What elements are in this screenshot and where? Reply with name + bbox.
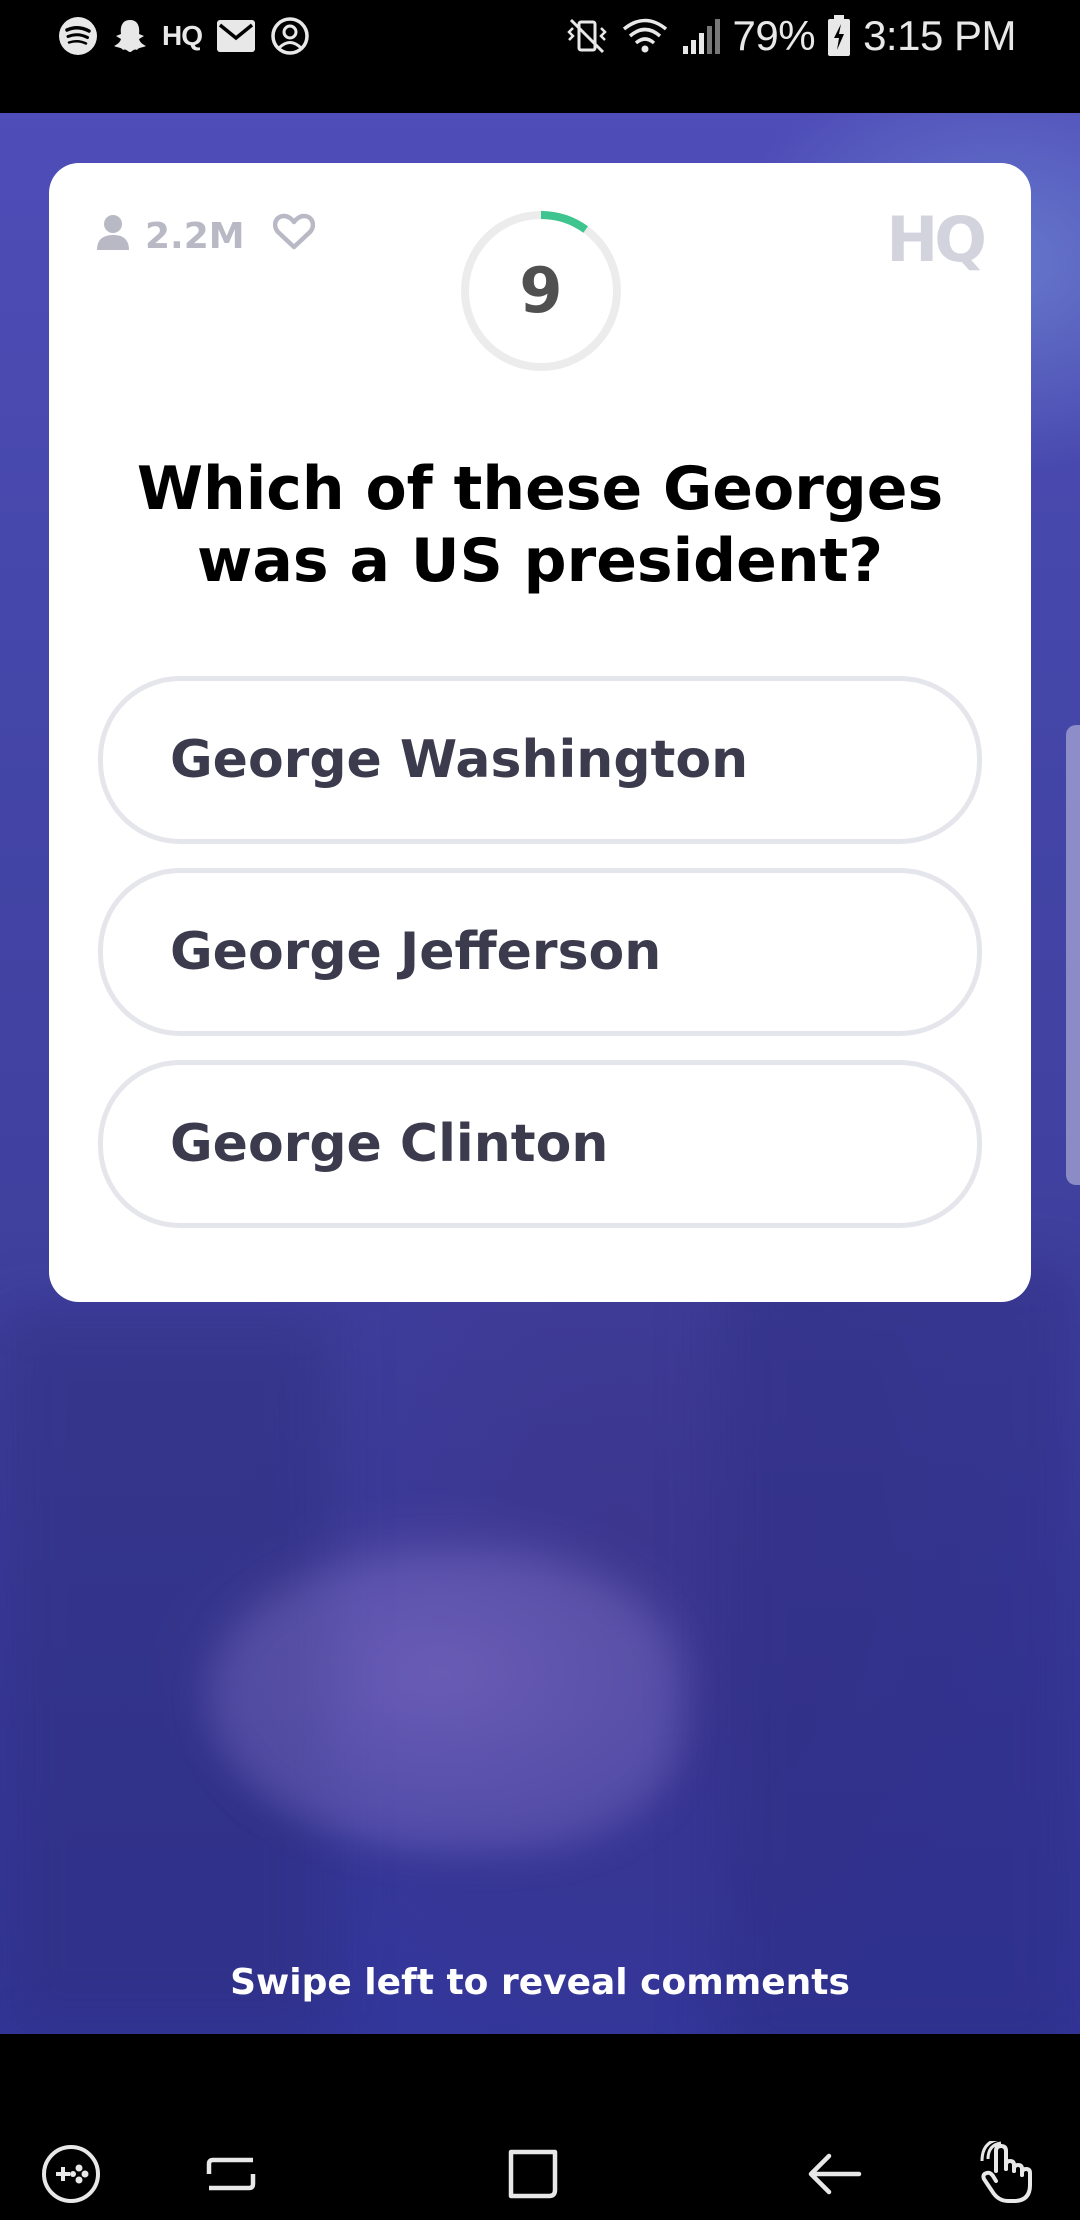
answer-label: George Washington [170,730,749,790]
timer-number: 9 [519,254,563,327]
hq-logo: HQ [886,203,987,276]
recents-icon[interactable] [196,2139,266,2209]
game-launcher-icon[interactable] [36,2139,106,2209]
system-status: 79% 3:15 PM [565,12,1016,60]
countdown-timer: 9 [459,209,623,373]
touch-icon[interactable] [972,2139,1042,2209]
viewer-info: 2.2M [95,213,315,260]
wifi-icon [621,16,669,56]
vibrate-mute-icon [565,16,609,56]
status-bar: HQ 79% 3:15 PM [0,0,1080,113]
person-icon [95,213,131,260]
answer-option-1[interactable]: George Washington [98,676,982,844]
question-text: Which of these Georges was a US presiden… [136,454,944,596]
screen: HQ 79% 3:15 PM 2.2M 9 HQ Which of these … [0,0,1080,2220]
clock: 3:15 PM [863,12,1016,59]
answer-label: George Jefferson [170,922,662,982]
account-icon [270,16,310,56]
question-card: 2.2M 9 HQ Which of these Georges was a U… [49,163,1031,1302]
back-icon[interactable] [800,2139,870,2209]
battery-percent: 79% [732,12,816,59]
hq-icon: HQ [162,20,203,51]
snapchat-icon [112,17,148,55]
answer-option-3[interactable]: George Clinton [98,1060,982,1228]
email-icon [216,19,256,53]
viewer-count: 2.2M [145,216,245,257]
heart-icon[interactable] [272,213,315,260]
battery-icon [827,15,851,57]
home-icon[interactable] [498,2139,568,2209]
swipe-hint: Swipe left to reveal comments [230,1962,850,2003]
video-shadow-right [720,1263,1080,2063]
answer-label: George Clinton [170,1114,609,1174]
comments-edge-handle[interactable] [1066,725,1080,1185]
signal-icon [681,16,721,56]
notification-icons: HQ [58,14,310,58]
spotify-icon [58,16,98,56]
navigation-bar [0,2034,1080,2220]
answer-option-2[interactable]: George Jefferson [98,868,982,1036]
